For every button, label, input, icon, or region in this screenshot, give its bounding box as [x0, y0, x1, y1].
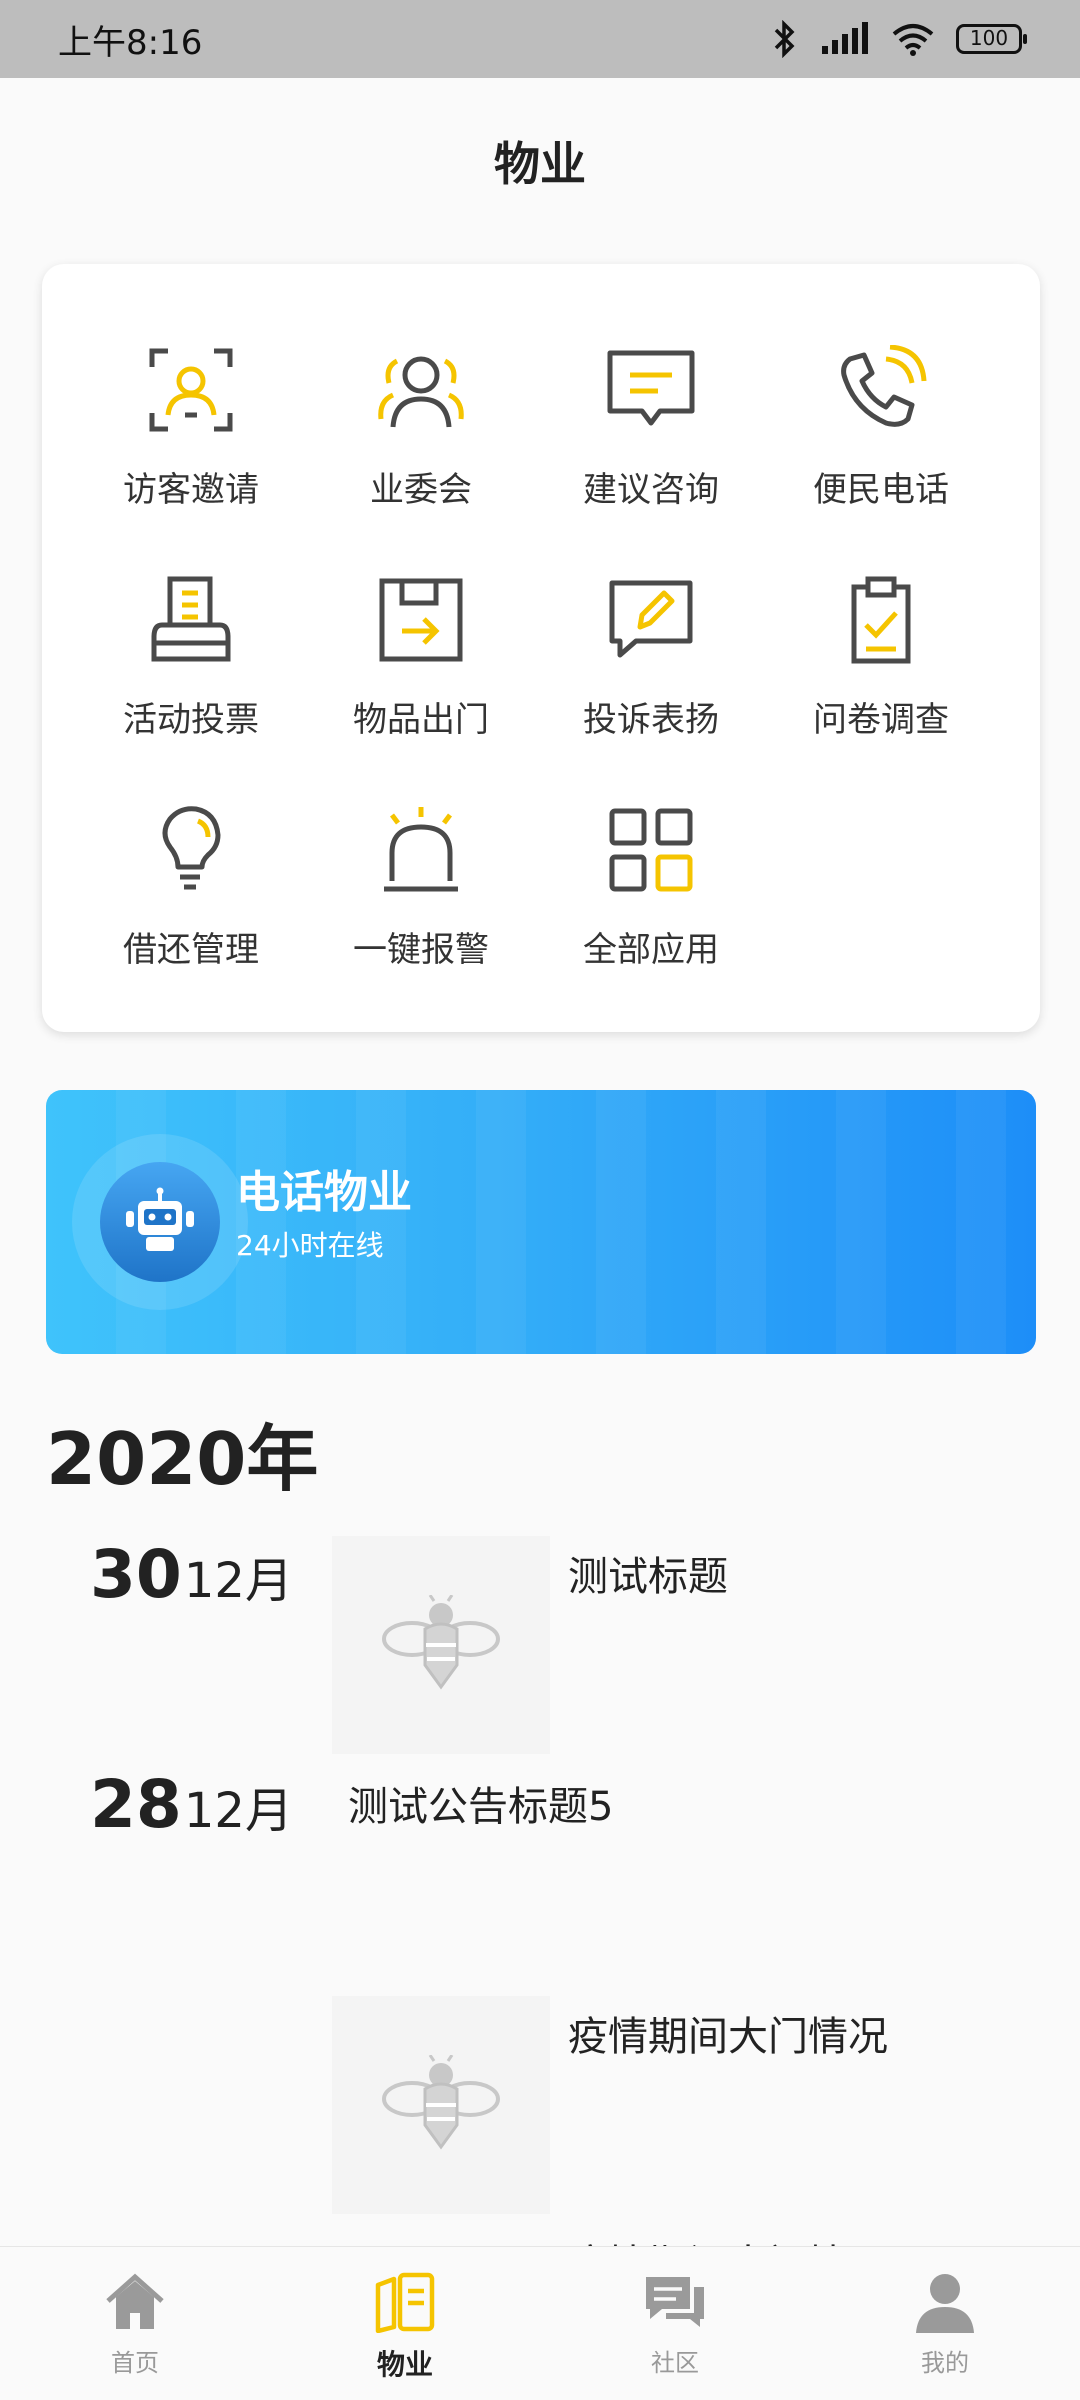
battery-indicator: 100	[956, 24, 1027, 54]
grid-item-survey[interactable]: 问卷调查	[766, 570, 996, 770]
nav-item-home[interactable]: 首页	[0, 2247, 270, 2400]
grid-item-label: 借还管理	[123, 930, 259, 970]
bee-placeholder-icon	[382, 2055, 500, 2150]
grid-item-label: 业委会	[370, 470, 472, 510]
nav-label: 物业	[376, 2348, 433, 2381]
banner-subtitle: 24小时在线	[236, 1229, 384, 1262]
phone-icon	[831, 340, 931, 440]
home-icon	[102, 2269, 168, 2335]
nav-item-profile[interactable]: 我的	[810, 2247, 1080, 2400]
grid-item-all-apps[interactable]: 全部应用	[536, 800, 766, 1000]
alarm-icon	[371, 800, 471, 900]
visitor-invite-icon	[141, 340, 241, 440]
wifi-icon	[892, 24, 934, 56]
news-title: 测试公告标题5	[348, 1784, 614, 1830]
news-title: 疫情期间大门情况	[568, 2014, 888, 2060]
bee-placeholder-icon	[382, 1595, 500, 1690]
news-month: 12月	[183, 1553, 293, 1609]
grid-item-label: 建议咨询	[583, 470, 719, 510]
robot-avatar	[72, 1134, 248, 1310]
committee-icon	[371, 340, 471, 440]
news-date: 30 12月	[90, 1536, 293, 1613]
item-exit-icon	[371, 570, 471, 670]
news-title: 测试标题	[568, 1554, 728, 1600]
grid-item-label: 投诉表扬	[583, 700, 719, 740]
nav-item-property[interactable]: 物业	[270, 2247, 540, 2400]
property-icon	[372, 2269, 438, 2335]
grid-item-visitor-invite[interactable]: 访客邀请	[76, 340, 306, 540]
news-day: 30	[90, 1536, 182, 1613]
news-thumbnail	[332, 1536, 550, 1754]
status-icons: 100	[772, 20, 1027, 58]
vote-icon	[141, 570, 241, 670]
all-apps-icon	[601, 800, 701, 900]
bluetooth-icon	[774, 20, 795, 58]
grid-item-label: 活动投票	[123, 700, 259, 740]
grid-item-label: 便民电话	[813, 470, 949, 510]
grid-item-label: 访客邀请	[123, 470, 259, 510]
grid-item-phone[interactable]: 便民电话	[766, 340, 996, 540]
status-bar: 上午8:16 100	[0, 0, 1080, 78]
community-icon	[642, 2269, 708, 2335]
survey-icon	[831, 570, 931, 670]
profile-icon	[912, 2269, 978, 2335]
grid-item-lend-return[interactable]: 借还管理	[76, 800, 306, 1000]
news-month: 12月	[183, 1783, 293, 1839]
grid-item-label: 物品出门	[353, 700, 489, 740]
news-year: 2020年	[46, 1417, 319, 1501]
services-grid: 访客邀请 业委会 建议咨询 便民电话 活动投票 物品出门 投诉表扬 问卷调查 借…	[42, 264, 1040, 1032]
lightbulb-icon	[141, 800, 241, 900]
grid-item-vote[interactable]: 活动投票	[76, 570, 306, 770]
robot-icon	[126, 1187, 194, 1251]
complaint-icon	[601, 570, 701, 670]
suggestion-icon	[601, 340, 701, 440]
news-day: 28	[90, 1766, 182, 1843]
grid-item-label: 一键报警	[353, 930, 489, 970]
grid-item-alarm[interactable]: 一键报警	[306, 800, 536, 1000]
news-date: 28 12月	[90, 1766, 293, 1843]
grid-item-label: 问卷调查	[813, 700, 949, 740]
nav-label: 我的	[921, 2349, 969, 2377]
nav-label: 社区	[651, 2349, 699, 2377]
nav-item-community[interactable]: 社区	[540, 2247, 810, 2400]
banner-title: 电话物业	[236, 1167, 412, 1218]
grid-item-suggestion[interactable]: 建议咨询	[536, 340, 766, 540]
nav-label: 首页	[111, 2349, 159, 2377]
grid-item-complaint[interactable]: 投诉表扬	[536, 570, 766, 770]
grid-item-label: 全部应用	[583, 930, 719, 970]
grid-item-item-exit[interactable]: 物品出门	[306, 570, 536, 770]
phone-property-banner[interactable]: 电话物业 24小时在线	[46, 1090, 1036, 1354]
page-title: 物业	[494, 137, 586, 191]
news-thumbnail	[332, 1996, 550, 2214]
status-time: 上午8:16	[58, 22, 203, 63]
grid-item-committee[interactable]: 业委会	[306, 340, 536, 540]
bottom-nav: 首页 物业 社区 我的	[0, 2246, 1080, 2400]
signal-icon	[822, 22, 868, 54]
